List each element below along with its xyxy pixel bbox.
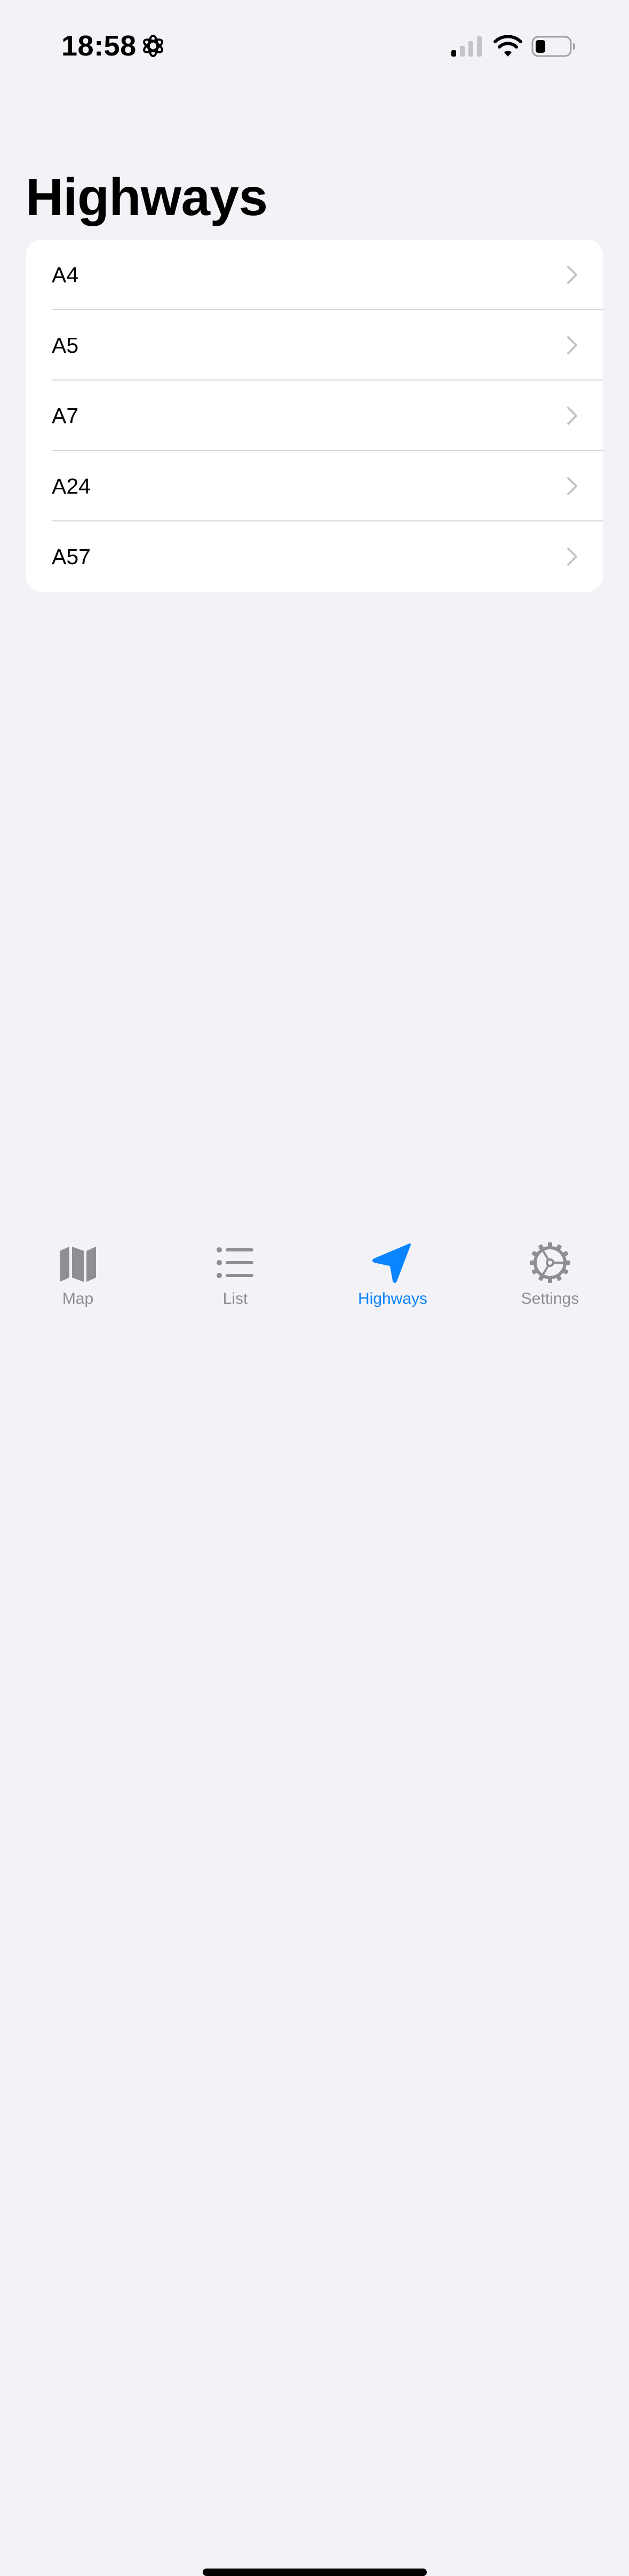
tab-settings[interactable]: Settings — [497, 1240, 603, 1320]
tab-list-label: List — [222, 1290, 248, 1307]
list-item-highway[interactable]: A5 — [26, 310, 603, 381]
tab-bar: Map List Highways Settings — [0, 1225, 629, 2576]
page-title: Highways — [26, 168, 268, 226]
chevron-right-icon — [567, 266, 577, 284]
gear-icon — [530, 1242, 570, 1283]
chevron-right-icon — [567, 548, 577, 566]
tab-map-label: Map — [62, 1290, 94, 1307]
list-item-label: A5 — [52, 333, 79, 358]
wifi-icon — [493, 35, 522, 57]
tab-settings-label: Settings — [521, 1290, 579, 1307]
focus-flower-icon — [143, 35, 163, 57]
location-arrow-icon — [372, 1243, 411, 1283]
list-item-label: A24 — [52, 474, 91, 498]
status-time: 18:58 — [61, 30, 137, 62]
highways-list: A4 A5 A7 A24 A57 — [26, 240, 603, 592]
tab-map[interactable]: Map — [25, 1240, 131, 1320]
list-item-label: A7 — [52, 403, 79, 428]
list-item-highway[interactable]: A4 — [26, 240, 603, 310]
tab-highways-label: Highways — [357, 1290, 428, 1307]
cellular-signal-icon — [451, 36, 482, 57]
list-item-highway[interactable]: A7 — [26, 381, 603, 451]
status-bar: 18:58 — [0, 0, 629, 80]
home-indicator[interactable] — [203, 2569, 427, 2576]
list-icon — [217, 1247, 253, 1278]
chevron-right-icon — [567, 407, 577, 425]
list-item-highway[interactable]: A57 — [26, 521, 603, 592]
chevron-right-icon — [567, 477, 577, 495]
tab-list[interactable]: List — [182, 1240, 289, 1320]
list-item-label: A4 — [52, 263, 79, 287]
list-item-label: A57 — [52, 544, 91, 569]
battery-low-icon — [531, 36, 575, 57]
list-item-highway[interactable]: A24 — [26, 451, 603, 521]
tab-highways[interactable]: Highways — [339, 1240, 446, 1320]
chevron-right-icon — [567, 336, 577, 354]
map-icon — [60, 1247, 96, 1282]
